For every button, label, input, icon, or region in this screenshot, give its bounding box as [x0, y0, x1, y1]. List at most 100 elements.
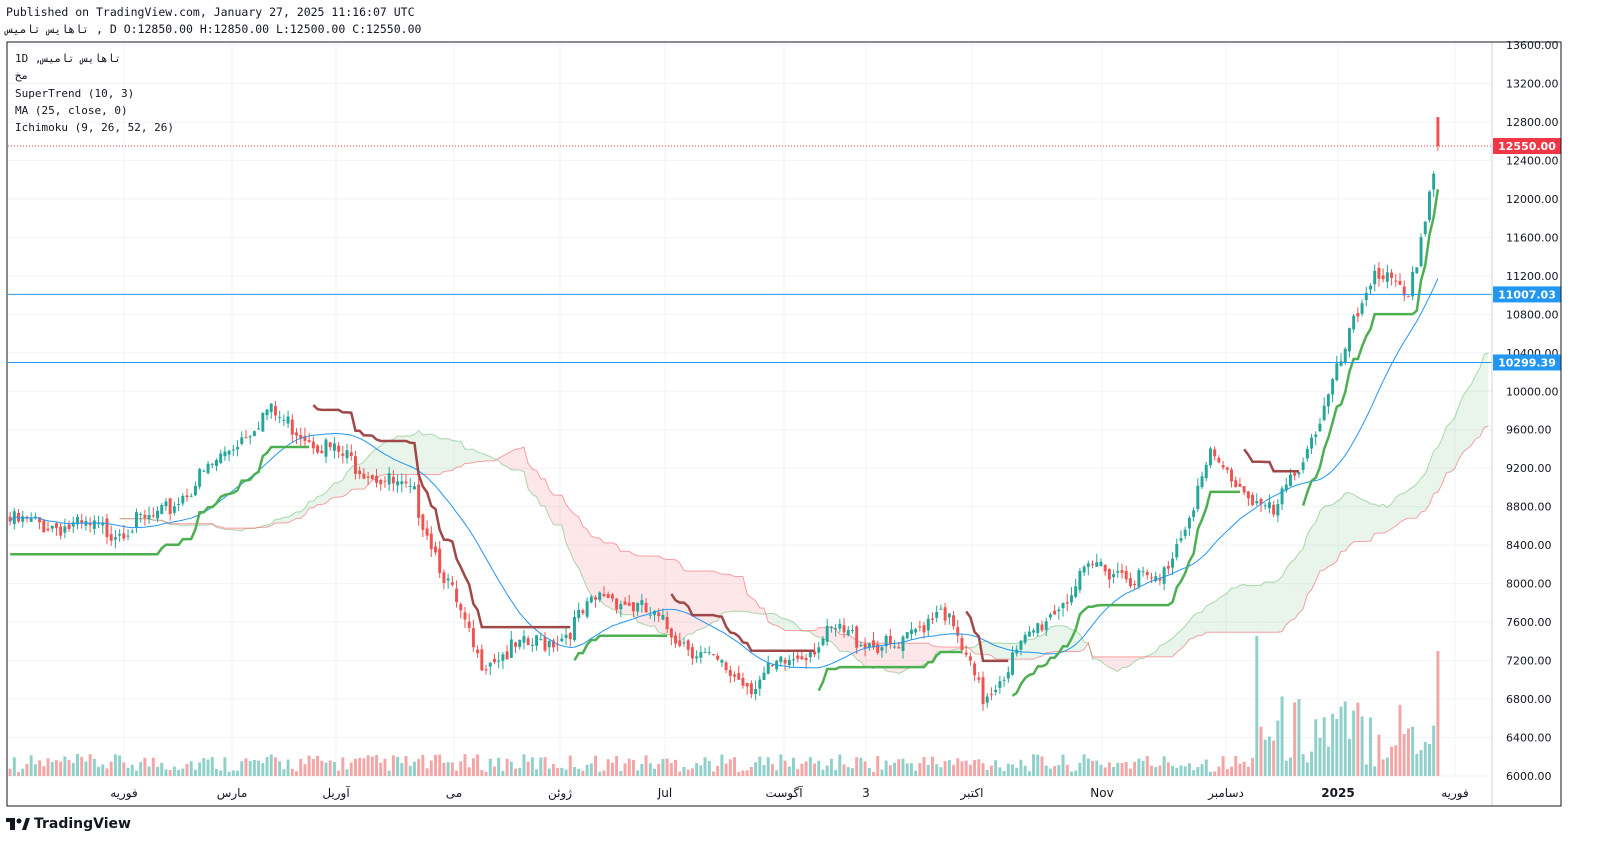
candle-body [783, 659, 787, 664]
candle-body [989, 693, 993, 695]
volume-bar [947, 760, 951, 776]
candle-body [1150, 577, 1153, 579]
y-tick-label: 10800.00 [1506, 308, 1559, 321]
candle-body [42, 520, 46, 533]
candle-body [1069, 595, 1073, 603]
candle-body [501, 654, 505, 661]
price-chart[interactable]: 6000.00 6400.00 6800.00 7200.00 7600.00 8000.… [0, 0, 1598, 858]
cloud-segment [915, 643, 920, 667]
volume-bar [1398, 704, 1402, 776]
volume-bar [783, 760, 787, 776]
volume-bar [1179, 765, 1183, 776]
cloud-segment [1244, 584, 1249, 633]
candle-body [834, 628, 838, 630]
cloud-segment [515, 448, 520, 471]
candle-body [1225, 467, 1229, 470]
volume-bar [198, 762, 202, 776]
candle-body [1217, 457, 1221, 463]
candle-body [926, 618, 930, 631]
volume-bar [269, 754, 273, 776]
candle-body [1276, 504, 1280, 516]
tradingview-logo: TradingView [6, 816, 131, 832]
cloud-segment [608, 542, 613, 610]
volume-bar [1390, 746, 1394, 776]
volume-bar [897, 759, 901, 776]
volume-bar [956, 758, 960, 776]
cloud-segment [1378, 504, 1384, 534]
candle-body [122, 533, 126, 539]
volume-bar [408, 765, 412, 776]
volume-bar [17, 771, 21, 776]
candle-body [240, 437, 244, 444]
cloud-segment [1277, 576, 1283, 633]
volume-bar [842, 764, 846, 776]
candle-body [341, 453, 345, 456]
volume-bar [345, 769, 349, 776]
cloud-segment [427, 434, 432, 475]
volume-bar [1284, 760, 1288, 776]
volume-bar [893, 762, 897, 776]
volume-bar [821, 769, 825, 776]
candle-body [770, 664, 774, 667]
candle-body [581, 610, 585, 614]
volume-bar [737, 771, 741, 776]
volume-bar [391, 755, 395, 776]
candle-body [160, 504, 164, 514]
candle-body [1065, 602, 1069, 604]
candle-body [1200, 476, 1204, 488]
volume-bar [1200, 764, 1204, 776]
volume-bar [450, 762, 454, 776]
volume-bar [939, 767, 943, 776]
volume-bar [758, 756, 762, 776]
cloud-segment [1210, 601, 1215, 633]
candle-body [1103, 564, 1107, 572]
candle-body [349, 452, 353, 457]
candle-body [1179, 538, 1183, 541]
volume-bar [33, 764, 37, 776]
volume-bar [1251, 758, 1255, 776]
volume-bar [989, 765, 993, 776]
volume-bar [1335, 719, 1339, 776]
volume-bar [109, 761, 113, 776]
candle-body [412, 486, 416, 490]
volume-bar [1373, 766, 1377, 776]
cloud-segment [983, 641, 988, 655]
candle-body [316, 445, 320, 453]
volume-bar [749, 766, 753, 776]
volume-bar [257, 760, 261, 776]
legend-ichimoku[interactable]: Ichimoku (9, 26, 52, 26) [15, 121, 174, 134]
volume-bar [829, 758, 833, 776]
cloud-segment [637, 555, 642, 624]
volume-bar [429, 760, 433, 776]
volume-bar [909, 763, 913, 776]
candle-body [307, 440, 311, 442]
cloud-segment [1239, 584, 1245, 633]
volume-bar [1040, 756, 1044, 776]
candle-body [1187, 517, 1191, 529]
volume-bar [463, 754, 467, 776]
volume-bar [1103, 767, 1107, 776]
volume-bar [1406, 728, 1410, 776]
cloud-segment [1269, 582, 1274, 633]
volume-bar [54, 760, 58, 776]
candle-body [383, 480, 387, 482]
candle-body [669, 628, 673, 638]
volume-bar [236, 770, 240, 776]
cloud-segment [1298, 548, 1304, 614]
candle-body [1166, 565, 1170, 569]
cloud-segment [1463, 389, 1468, 453]
candle-body [1027, 631, 1031, 637]
candle-body [1078, 570, 1082, 591]
legend-ma[interactable]: MA (25, close, 0) [15, 104, 128, 117]
candle-body [429, 533, 433, 550]
volume-bar [711, 771, 715, 776]
volume-bar [543, 757, 547, 776]
cloud-segment [1265, 581, 1270, 633]
candle-body [602, 594, 606, 596]
candle-body [290, 419, 294, 435]
candle-body [370, 474, 374, 479]
volume-bar [278, 761, 282, 776]
y-tick-label: 11200.00 [1506, 270, 1559, 283]
candle-body [800, 656, 804, 660]
legend-supertrend[interactable]: SuperTrend (10, 3) [15, 87, 134, 100]
